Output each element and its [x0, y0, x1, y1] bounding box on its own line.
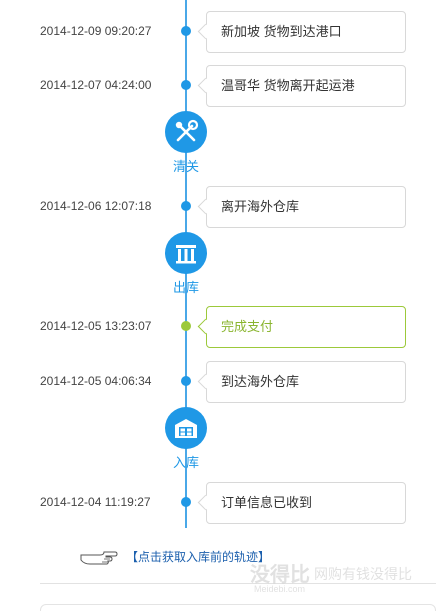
divider: [40, 583, 436, 584]
earlier-tracking-link-text[interactable]: 【点击获取入库前的轨迹】: [126, 548, 270, 565]
timeline-dot: [181, 80, 191, 90]
event-time: 2014-12-05 04:06:34: [40, 374, 152, 388]
milestone-customs: 清关: [160, 111, 212, 175]
next-section-box: [40, 604, 436, 611]
timeline-dot: [181, 26, 191, 36]
milestone-label: 清关: [172, 159, 199, 174]
event-card: 新加坡 货物到达港口: [206, 11, 406, 53]
timeline-dot: [181, 201, 191, 211]
watermark-slogan: 网购有钱没得比: [314, 566, 412, 582]
earlier-tracking-link[interactable]: 【点击获取入库前的轨迹】: [80, 546, 270, 566]
timeline-event: 2014-12-07 04:24:00 温哥华 货物离开起运港: [0, 65, 436, 107]
timeline-event: 2014-12-09 09:20:27 新加坡 货物到达港口: [0, 11, 436, 53]
watermark-url: Meidebi.com: [254, 584, 306, 594]
customs-clearance-icon: [165, 111, 207, 153]
timeline-dot-active: [181, 321, 191, 331]
event-card: 订单信息已收到: [206, 482, 406, 524]
timeline-event: 2014-12-04 11:19:27 订单信息已收到: [0, 482, 436, 524]
milestone-label: 入库: [172, 455, 199, 470]
warehouse-out-icon: [165, 232, 207, 274]
shipment-tracking-timeline: 2014-12-09 09:20:27 新加坡 货物到达港口 2014-12-0…: [0, 0, 436, 611]
timeline-dot: [181, 497, 191, 507]
event-time: 2014-12-09 09:20:27: [40, 24, 152, 38]
timeline-event: 2014-12-06 12:07:18 离开海外仓库: [0, 186, 436, 228]
event-time: 2014-12-06 12:07:18: [40, 199, 152, 213]
milestone-inbound: 入库: [160, 407, 212, 471]
event-card: 温哥华 货物离开起运港: [206, 65, 406, 107]
timeline-event: 2014-12-05 04:06:34 到达海外仓库: [0, 361, 436, 403]
milestone-outbound: 出库: [160, 232, 212, 296]
pointing-hand-icon: [80, 551, 118, 565]
timeline-event: 2014-12-05 13:23:07 完成支付: [0, 306, 436, 348]
event-time: 2014-12-04 11:19:27: [40, 495, 151, 509]
warehouse-in-icon: [165, 407, 207, 449]
site-watermark: 没得比 网购有钱没得比 Meidebi.com: [250, 558, 436, 606]
event-card: 离开海外仓库: [206, 186, 406, 228]
event-card-active: 完成支付: [206, 306, 406, 348]
event-time: 2014-12-05 13:23:07: [40, 319, 152, 333]
event-card: 到达海外仓库: [206, 361, 406, 403]
event-time: 2014-12-07 04:24:00: [40, 78, 152, 92]
timeline-dot: [181, 376, 191, 386]
milestone-label: 出库: [172, 280, 199, 295]
